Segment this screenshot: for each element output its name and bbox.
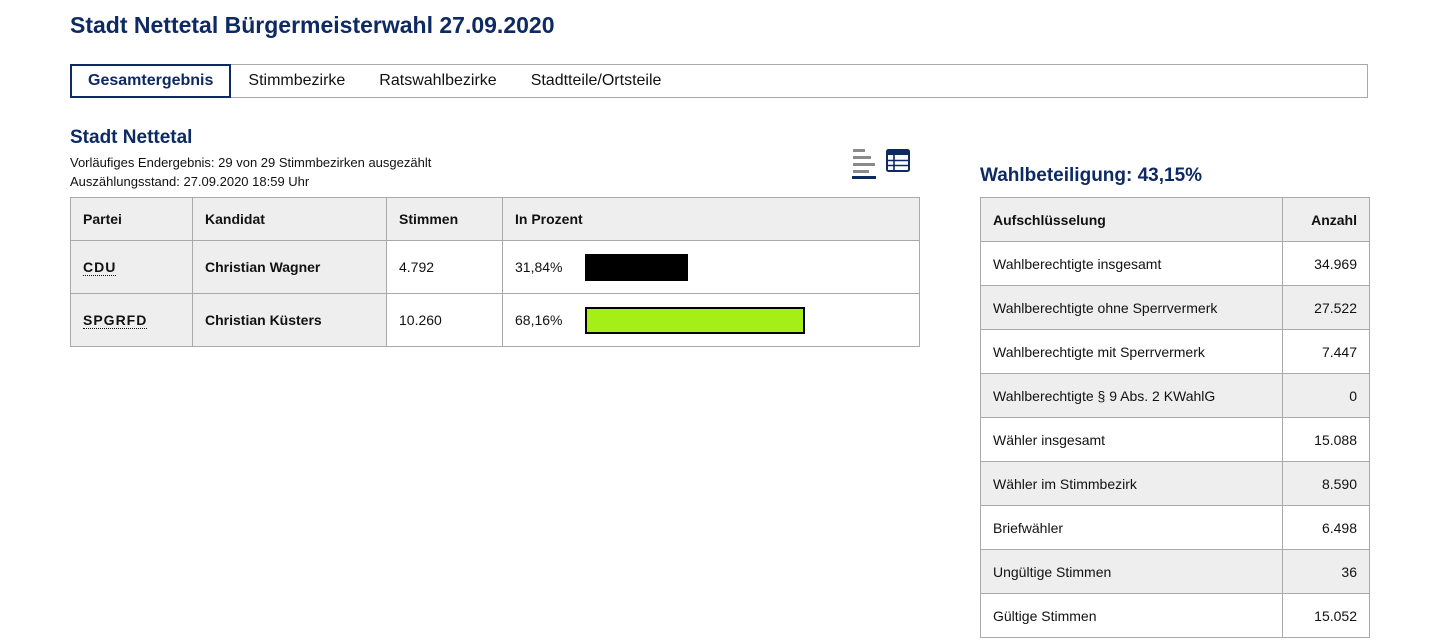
breakdown-value: 36 — [1282, 549, 1370, 594]
party-cell: SPGRFD — [70, 293, 193, 347]
percent-bar-track — [585, 254, 908, 281]
breakdown-value: 15.052 — [1282, 593, 1370, 638]
tab-stadtteile-ortsteile[interactable]: Stadtteile/Ortsteile — [514, 65, 679, 97]
breakdown-value: 27.522 — [1282, 285, 1370, 330]
bar-chart-icon — [852, 149, 876, 179]
table-row: Wähler insgesamt 15.088 — [980, 417, 1370, 462]
table-row: Wahlberechtigte § 9 Abs. 2 KWahlG 0 — [980, 373, 1370, 418]
vote-count: 4.792 — [386, 240, 503, 294]
party-abbreviation[interactable]: CDU — [83, 259, 117, 276]
percent-cell: 68,16% — [502, 293, 920, 347]
header-breakdown: Aufschlüsselung — [980, 197, 1283, 242]
percent-cell: 31,84% — [502, 240, 920, 294]
breakdown-label: Gültige Stimmen — [980, 593, 1283, 638]
table-row: Briefwähler 6.498 — [980, 505, 1370, 550]
breakdown-value: 15.088 — [1282, 417, 1370, 462]
header-count: Anzahl — [1282, 197, 1370, 242]
turnout-title: Wahlbeteiligung: 43,15% — [980, 165, 1203, 186]
header-candidate: Kandidat — [192, 197, 387, 241]
count-status: Vorläufiges Endergebnis: 29 von 29 Stimm… — [70, 155, 432, 170]
header-votes: Stimmen — [386, 197, 503, 241]
breakdown-header-row: Aufschlüsselung Anzahl — [980, 197, 1370, 242]
table-view-button[interactable] — [884, 146, 912, 180]
results-header-row: Partei Kandidat Stimmen In Prozent — [70, 197, 920, 241]
header-percent: In Prozent — [502, 197, 920, 241]
percent-value: 68,16% — [515, 312, 563, 328]
turnout-breakdown-table: Aufschlüsselung Anzahl Wahlberechtigte i… — [980, 197, 1370, 638]
candidate-name: Christian Küsters — [192, 293, 387, 347]
table-icon — [886, 149, 910, 172]
breakdown-label: Briefwähler — [980, 505, 1283, 550]
table-row: Wahlberechtigte mit Sperrvermerk 7.447 — [980, 329, 1370, 374]
percent-bar — [585, 307, 805, 334]
percent-bar — [585, 254, 688, 281]
table-row: SPGRFD Christian Küsters 10.260 68,16% — [70, 293, 920, 347]
breakdown-label: Wähler im Stimmbezirk — [980, 461, 1283, 506]
breakdown-value: 6.498 — [1282, 505, 1370, 550]
breakdown-label: Wahlberechtigte § 9 Abs. 2 KWahlG — [980, 373, 1283, 418]
table-row: Gültige Stimmen 15.052 — [980, 593, 1370, 638]
chart-view-button[interactable] — [850, 146, 878, 180]
tab-ratswahlbezirke[interactable]: Ratswahlbezirke — [362, 65, 513, 97]
tab-gesamtergebnis[interactable]: Gesamtergebnis — [70, 64, 232, 98]
view-toggle — [850, 146, 912, 182]
percent-bar-track — [585, 307, 908, 334]
count-timestamp: Auszählungsstand: 27.09.2020 18:59 Uhr — [70, 174, 310, 189]
page-title: Stadt Nettetal Bürgermeisterwahl 27.09.2… — [70, 12, 555, 38]
breakdown-label: Wahlberechtigte ohne Sperrvermerk — [980, 285, 1283, 330]
header-party: Partei — [70, 197, 193, 241]
breakdown-value: 7.447 — [1282, 329, 1370, 374]
breakdown-label: Wahlberechtigte mit Sperrvermerk — [980, 329, 1283, 374]
election-results-page: Stadt Nettetal Bürgermeisterwahl 27.09.2… — [0, 0, 1432, 644]
breakdown-label: Wahlberechtigte insgesamt — [980, 241, 1283, 286]
results-table: Partei Kandidat Stimmen In Prozent CDU C… — [70, 197, 920, 347]
results-tabs: Gesamtergebnis Stimmbezirke Ratswahlbezi… — [70, 64, 1368, 98]
breakdown-label: Wähler insgesamt — [980, 417, 1283, 462]
breakdown-label: Ungültige Stimmen — [980, 549, 1283, 594]
tab-stimmbezirke[interactable]: Stimmbezirke — [231, 65, 362, 97]
candidate-name: Christian Wagner — [192, 240, 387, 294]
vote-count: 10.260 — [386, 293, 503, 347]
table-row: Wahlberechtigte ohne Sperrvermerk 27.522 — [980, 285, 1370, 330]
breakdown-value: 8.590 — [1282, 461, 1370, 506]
breakdown-value: 34.969 — [1282, 241, 1370, 286]
party-abbreviation[interactable]: SPGRFD — [83, 312, 148, 329]
section-title: Stadt Nettetal — [70, 127, 193, 148]
party-cell: CDU — [70, 240, 193, 294]
table-row: Wahlberechtigte insgesamt 34.969 — [980, 241, 1370, 286]
table-row: Ungültige Stimmen 36 — [980, 549, 1370, 594]
percent-value: 31,84% — [515, 259, 563, 275]
table-row: CDU Christian Wagner 4.792 31,84% — [70, 240, 920, 294]
breakdown-value: 0 — [1282, 373, 1370, 418]
table-row: Wähler im Stimmbezirk 8.590 — [980, 461, 1370, 506]
